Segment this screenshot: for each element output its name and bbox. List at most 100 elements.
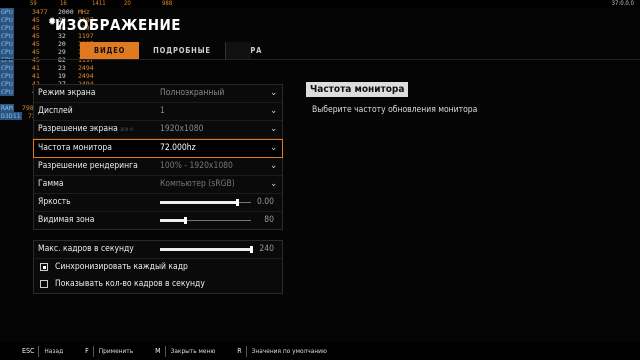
osd-row-value: 2000 [58, 8, 74, 16]
setting-label: Видимая зона [38, 215, 95, 225]
setting-max-fps: Макс. кадров в секунду 240 [34, 241, 282, 259]
fov-slider-fill [160, 219, 186, 222]
setting-value: 1 [160, 106, 165, 116]
display-settings-panel: Режим экрана Полноэкранный ⌄ Дисплей 1 ⌄… [33, 84, 283, 230]
setting-value: 1920x1080 [160, 124, 204, 134]
setting-show-fps[interactable]: Показывать кол-во кадров в секунду [34, 276, 282, 293]
osd-time: 37:0.0.0 [611, 0, 634, 7]
chevron-down-icon[interactable]: ⌄ [270, 121, 277, 138]
setting-label: Режим экрана [38, 88, 96, 98]
setting-render-resolution[interactable]: Разрешение рендеринга 100% - 1920x1080 ⌄ [34, 158, 282, 176]
hint-label: Назад [44, 347, 64, 355]
osd-row-value: 23 [58, 64, 66, 72]
osd-row-label: CPU [0, 32, 14, 40]
osd-row-label: CPU [0, 80, 14, 88]
osd-row-value: MHz [78, 8, 90, 16]
osd-row-value: 45 [32, 24, 40, 32]
osd-row-value: 19 [58, 72, 66, 80]
framerate-settings-panel: Макс. кадров в секунду 240 Синхронизиров… [33, 240, 283, 294]
setting-vsync[interactable]: Синхронизировать каждый кадр [34, 259, 282, 276]
key-badge: R [233, 345, 247, 357]
setting-value: 72.000hz [160, 143, 196, 153]
osd-row-label: GPU [0, 8, 14, 16]
fps-slider-knob[interactable] [250, 246, 253, 253]
hint-apply[interactable]: F Применить [81, 345, 134, 357]
hint-back[interactable]: ESC Назад [18, 345, 64, 357]
setting-value: 80 [264, 215, 274, 225]
setting-display[interactable]: Дисплей 1 ⌄ [34, 103, 282, 121]
chevron-down-icon[interactable]: ⌄ [270, 140, 277, 157]
osd-row-label: CPU [0, 16, 14, 24]
setting-brightness: Яркость 0.00 [34, 194, 282, 212]
setting-field-of-view: Видимая зона 80 [34, 212, 282, 229]
key-badge: ESC [18, 345, 40, 357]
setting-gamma[interactable]: Гамма Компьютер (sRGB) ⌄ [34, 176, 282, 194]
hint-defaults[interactable]: R Значения по умолчанию [233, 345, 327, 357]
chevron-down-icon[interactable]: ⌄ [270, 176, 277, 193]
setting-label: Разрешение рендеринга [38, 161, 138, 171]
osd-top-stat: 20 [124, 0, 131, 7]
setting-label: Синхронизировать каждый кадр [55, 262, 188, 272]
osd-row-value: 3477 [32, 8, 48, 16]
osd-row-label: CPU [0, 64, 14, 72]
osd-row-label: D3D11 [0, 112, 22, 120]
setting-value: Полноэкранный [160, 88, 225, 98]
page-title: ИЗОБРАЖЕНИЕ [55, 16, 182, 34]
setting-value: Компьютер (sRGB) [160, 179, 235, 189]
osd-row-label: CPU [0, 24, 14, 32]
osd-row-label: CPU [0, 40, 14, 48]
setting-label: Гамма [38, 179, 64, 189]
tab-advanced[interactable]: ПОДРОБНЫЕ [139, 42, 225, 60]
info-description: Выберите частоту обновления монитора [312, 105, 478, 115]
setting-value: 240 [259, 244, 274, 254]
hint-close-menu[interactable]: M Закрыть меню [151, 345, 216, 357]
osd-row-label: CPU [0, 56, 14, 64]
osd-row-value: 41 [32, 64, 40, 72]
setting-screen-resolution[interactable]: Разрешение экрана 16:9 :9 1920x1080 ⌄ [34, 121, 282, 139]
key-badge: M [151, 345, 166, 357]
aspect-ratio-note: 16:9 :9 [120, 127, 133, 132]
setting-refresh-rate[interactable]: Частота монитора 72.000hz ⌄ [33, 139, 283, 158]
osd-row-label: CPU [0, 72, 14, 80]
setting-label: Дисплей [38, 106, 73, 116]
fov-slider-knob[interactable] [184, 217, 188, 224]
osd-row-label: RAM [0, 104, 14, 112]
show-fps-checkbox[interactable] [40, 280, 48, 288]
hint-label: Значения по умолчанию [251, 347, 327, 355]
osd-row-value: 82 [58, 56, 66, 64]
setting-value: 100% - 1920x1080 [160, 161, 233, 171]
vsync-checkbox[interactable] [40, 263, 48, 271]
osd-row-value: 2494 [78, 64, 94, 72]
osd-row-label: CPU [0, 88, 14, 96]
osd-row-value: 45 [32, 32, 40, 40]
hint-label: Применить [98, 347, 134, 355]
osd-row-value: 20 [58, 40, 66, 48]
osd-row-value: 2494 [78, 72, 94, 80]
osd-row-value: 45 [32, 56, 40, 64]
chevron-down-icon[interactable]: ⌄ [270, 103, 277, 120]
brightness-slider-fill [160, 201, 238, 204]
osd-row-value: 45 [32, 16, 40, 24]
setting-display-mode[interactable]: Режим экрана Полноэкранный ⌄ [34, 85, 282, 103]
setting-label: Разрешение экрана [38, 124, 118, 134]
brightness-slider-knob[interactable] [236, 199, 240, 206]
info-title: Частота монитора [306, 82, 409, 97]
setting-label: Яркость [38, 197, 71, 207]
osd-top-stat: 988 [162, 0, 173, 7]
setting-value: 0.00 [256, 197, 274, 207]
osd-row-value: 29 [58, 48, 66, 56]
osd-row-value: 41 [32, 72, 40, 80]
setting-label: Макс. кадров в секунду [38, 244, 134, 254]
hint-label: Закрыть меню [170, 347, 216, 355]
key-badge: F [81, 345, 94, 357]
footer-hints: ESC Назад F Применить M Закрыть меню R Значе… [0, 342, 640, 360]
chevron-down-icon[interactable]: ⌄ [270, 158, 277, 175]
chevron-down-icon[interactable]: ⌄ [270, 85, 277, 102]
tab-video[interactable]: ВИДЕО [80, 42, 140, 60]
setting-label: Частота монитора [38, 143, 112, 153]
fps-slider-fill [160, 248, 251, 251]
divider [0, 59, 640, 60]
tab-bar-end [225, 42, 251, 60]
osd-row-value: 45 [32, 48, 40, 56]
setting-label: Показывать кол-во кадров в секунду [55, 279, 205, 289]
